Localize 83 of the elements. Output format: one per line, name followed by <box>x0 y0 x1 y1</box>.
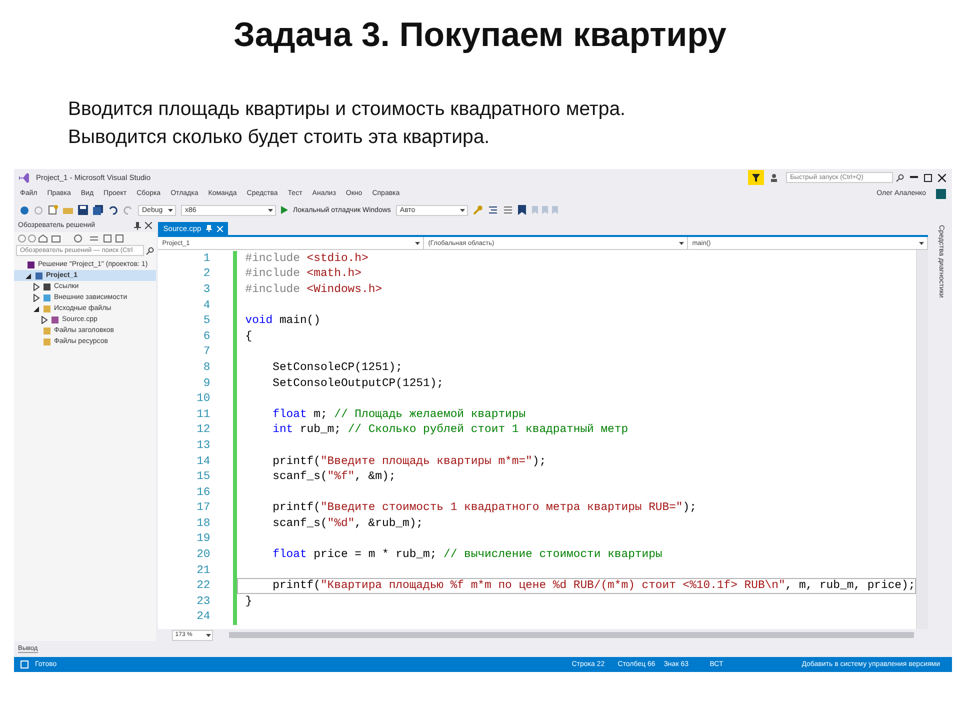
line-number: 13 <box>196 438 210 454</box>
folder-icon <box>43 304 51 312</box>
line-number: 14 <box>196 454 210 470</box>
save-all-icon[interactable] <box>93 205 103 215</box>
play-icon[interactable] <box>281 206 288 214</box>
file-icon <box>51 316 59 324</box>
code-line: printf("Квартира площадью %f m*m по цене %d RUB/(m*m) стоит <%10.1f> RUB\n", m, rub_m, price); <box>272 580 916 592</box>
line-number: 9 <box>202 376 210 392</box>
caret-icon <box>460 208 465 212</box>
person-icon[interactable] <box>770 172 780 182</box>
line-number: 23 <box>196 594 210 610</box>
logo-icon <box>18 172 30 184</box>
code-line: scanf_s("%f", &m); <box>272 471 396 484</box>
bookmark-icon[interactable] <box>518 205 526 215</box>
back-icon[interactable] <box>20 206 29 214</box>
horizontal-scrollbar[interactable] <box>229 632 914 638</box>
line-number: 18 <box>196 516 210 532</box>
code-line: SetConsoleOutputCP(1251); <box>272 378 444 390</box>
line-number: 22 <box>196 579 210 594</box>
dependencies-icon <box>43 294 51 302</box>
minimize-icon[interactable] <box>910 176 918 179</box>
code-line: { <box>245 330 252 343</box>
status-icon <box>20 660 29 669</box>
caret-icon <box>919 242 924 244</box>
line-number: 19 <box>196 532 210 548</box>
line-number: 10 <box>196 392 210 407</box>
code-line: scanf_s("%d", &rub_m); <box>272 518 423 530</box>
line-number: 16 <box>196 486 210 500</box>
line-number: 20 <box>196 548 210 563</box>
maximize-icon[interactable] <box>924 174 932 182</box>
new-project-icon[interactable] <box>48 205 58 215</box>
line-number: 2 <box>202 267 210 282</box>
line-number: 5 <box>202 314 210 329</box>
project-icon <box>35 272 43 280</box>
undo-icon[interactable] <box>108 205 118 215</box>
collapse-arrow-icon[interactable] <box>25 272 32 280</box>
description-line: Выводится сколько будет стоить эта квартира. <box>68 125 491 150</box>
line-number: 24 <box>196 610 210 626</box>
line-number: 1 <box>202 252 210 267</box>
code-line: int rub_m; // Сколько рублей стоит 1 квадратный метр <box>272 424 628 436</box>
indent-icon[interactable] <box>488 205 498 215</box>
code-line: #include <math.h> <box>245 268 362 280</box>
pin-icon[interactable] <box>134 222 142 230</box>
avatar-icon[interactable] <box>936 188 946 198</box>
line-number: 12 <box>196 423 210 438</box>
collapse-arrow-icon[interactable] <box>33 304 40 312</box>
code-line: } <box>245 596 252 608</box>
expand-arrow-icon[interactable] <box>41 316 48 324</box>
caret-icon <box>415 242 420 244</box>
code-line: float m; // Площадь желаемой квартиры <box>272 408 526 421</box>
comment-icon[interactable] <box>502 205 513 215</box>
line-number: 4 <box>202 298 210 314</box>
caret-icon <box>206 634 212 636</box>
slide-title: Задача 3. Покупаем квартиру <box>232 16 728 55</box>
solution-icon <box>27 260 35 268</box>
close-icon[interactable] <box>145 222 152 229</box>
filter-icon[interactable] <box>748 170 764 185</box>
code-line: #include <stdio.h> <box>245 252 368 265</box>
pin-icon[interactable] <box>206 225 212 232</box>
caret-icon <box>268 208 273 212</box>
vertical-scrollbar[interactable] <box>916 250 928 629</box>
line-number: 7 <box>202 345 210 360</box>
description-line: Вводится площадь квартиры и стоимость квадратного метра. <box>68 97 626 122</box>
code-line: float price = m * rub_m; // вычисление стоимости квартиры <box>272 549 662 562</box>
references-icon <box>43 282 51 290</box>
line-number: 11 <box>196 408 210 423</box>
search-icon <box>896 174 904 182</box>
code-line: SetConsoleCP(1251); <box>272 362 402 374</box>
code-line: #include <Windows.h> <box>245 284 382 296</box>
line-number: 17 <box>196 501 210 516</box>
line-number: 6 <box>202 330 210 345</box>
save-icon[interactable] <box>78 205 88 215</box>
code-line: printf("Введите площадь квартиры m*m="); <box>272 456 546 468</box>
code-line: void main() <box>245 315 320 328</box>
search-icon <box>146 246 154 254</box>
line-number: 21 <box>196 564 210 578</box>
caret-icon <box>679 242 684 244</box>
line-number: 3 <box>202 282 210 298</box>
line-number: 8 <box>202 360 210 376</box>
close-icon[interactable] <box>938 174 946 182</box>
line-number: 15 <box>196 470 210 485</box>
caret-icon <box>168 208 173 212</box>
code-line: printf("Введите стоимость 1 квадратного метра квартиры RUB="); <box>272 502 696 514</box>
